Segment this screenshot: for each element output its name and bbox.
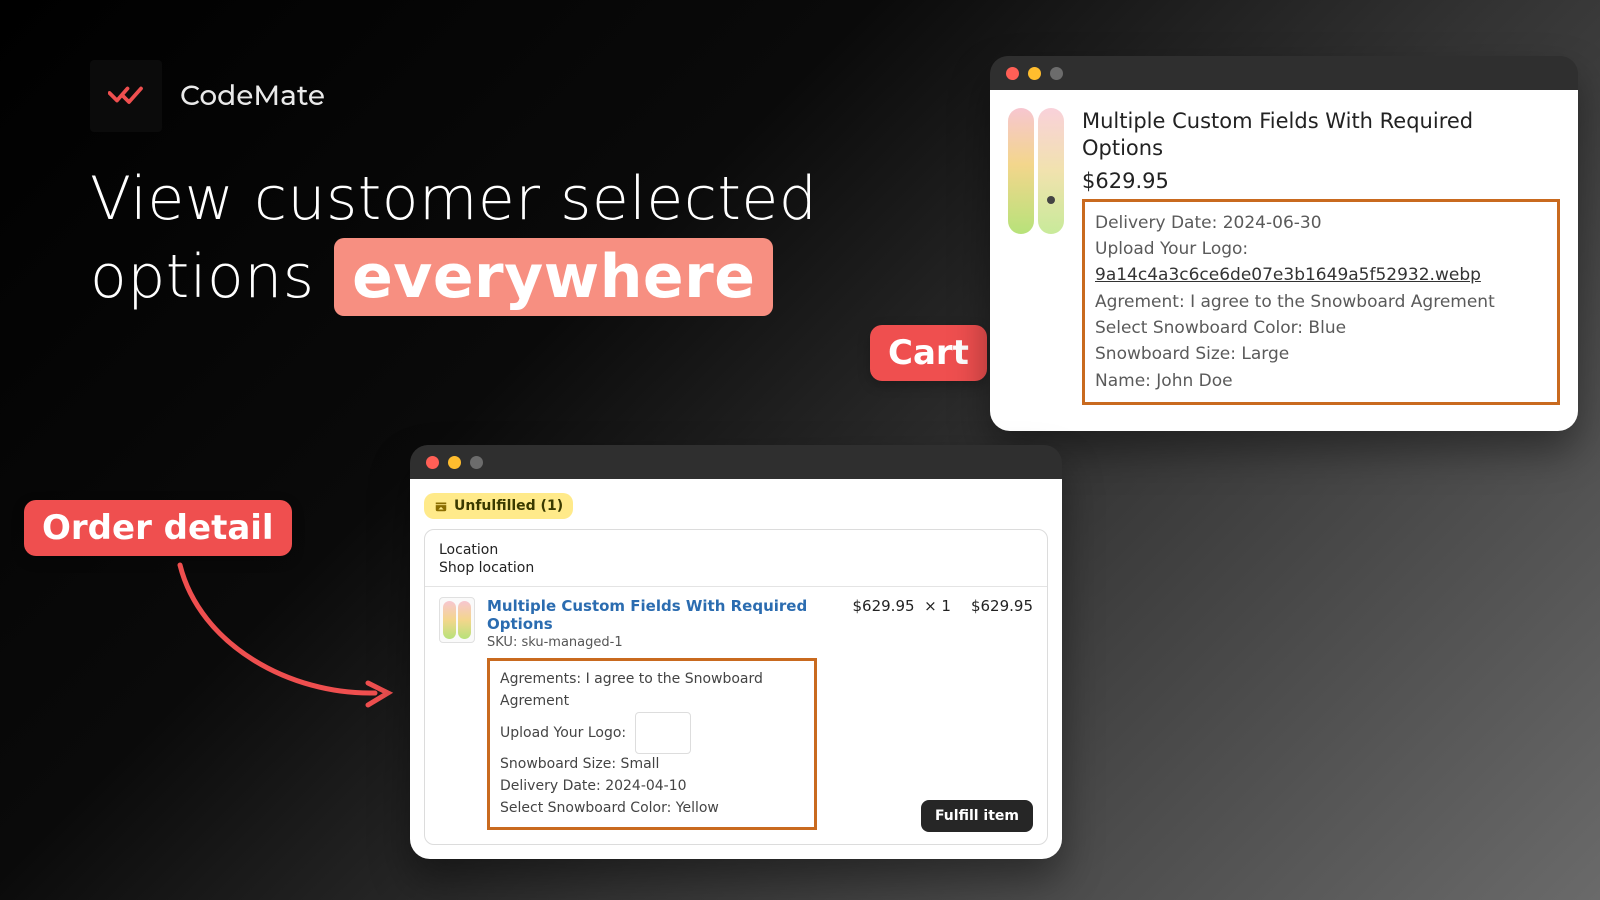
- minimize-icon[interactable]: [448, 456, 461, 469]
- maximize-icon[interactable]: [1050, 67, 1063, 80]
- order-item-unit-price: $629.95 × 1: [841, 597, 951, 830]
- order-item-pricing: $629.95 × 1 $629.95: [841, 597, 1033, 830]
- cart-window: Multiple Custom Fields With Required Opt…: [990, 56, 1578, 431]
- label-cart: Cart: [870, 325, 987, 381]
- brand: CodeMate: [90, 60, 325, 132]
- order-window: Unfulfilled (1) Location Shop location M…: [410, 445, 1062, 859]
- order-card: Location Shop location Multiple Custom F…: [424, 529, 1048, 845]
- headline-highlight: everywhere: [334, 238, 773, 316]
- label-order-detail: Order detail: [24, 500, 292, 556]
- uploaded-logo-thumbnail[interactable]: [635, 712, 691, 754]
- unfulfilled-icon: [434, 499, 448, 513]
- cart-item-options: Delivery Date: 2024-06-30 Upload Your Lo…: [1082, 199, 1560, 405]
- cart-window-body: Multiple Custom Fields With Required Opt…: [990, 90, 1578, 431]
- order-item-line-total: $629.95: [971, 597, 1033, 830]
- order-option-delivery-date: Delivery Date: 2024-04-10: [500, 776, 804, 798]
- order-item-main: Multiple Custom Fields With Required Opt…: [487, 597, 829, 830]
- order-item-sku: SKU: sku-managed-1: [487, 635, 829, 650]
- order-window-body: Unfulfilled (1) Location Shop location M…: [410, 479, 1062, 859]
- cart-option-agreement: Agrement: I agree to the Snowboard Agrem…: [1095, 289, 1547, 315]
- order-item-thumbnail: [439, 597, 475, 643]
- brand-logo-icon: [108, 84, 144, 108]
- headline-line1: View customer selected: [90, 160, 817, 238]
- order-line-item: Multiple Custom Fields With Required Opt…: [439, 597, 1033, 830]
- unfulfilled-badge-text: Unfulfilled (1): [454, 498, 563, 514]
- fulfill-item-button[interactable]: Fulfill item: [921, 800, 1033, 832]
- divider: [425, 586, 1047, 587]
- order-option-size: Snowboard Size: Small: [500, 754, 804, 776]
- cart-option-upload-file[interactable]: 9a14c4a3c6ce6de07e3b1649a5f52932.webp: [1095, 262, 1547, 288]
- order-option-upload-label: Upload Your Logo:: [500, 725, 626, 741]
- location-label: Location: [439, 542, 1033, 558]
- headline-line2-pre: options: [90, 242, 334, 312]
- brand-logo: [90, 60, 162, 132]
- cart-option-color: Select Snowboard Color: Blue: [1095, 315, 1547, 341]
- arrow-to-order: [170, 555, 400, 715]
- order-window-titlebar: [410, 445, 1062, 479]
- close-icon[interactable]: [426, 456, 439, 469]
- brand-name: CodeMate: [180, 79, 325, 113]
- headline-line2: options everywhere: [90, 238, 817, 316]
- location-value: Shop location: [439, 560, 1033, 576]
- cart-option-size: Snowboard Size: Large: [1095, 341, 1547, 367]
- cart-item-thumbnail: [1008, 108, 1064, 234]
- order-option-upload: Upload Your Logo:: [500, 712, 804, 754]
- close-icon[interactable]: [1006, 67, 1019, 80]
- order-item-options: Agrements: I agree to the Snowboard Agre…: [487, 658, 817, 830]
- cart-item-title: Multiple Custom Fields With Required Opt…: [1082, 108, 1560, 163]
- order-option-agreement: Agrements: I agree to the Snowboard Agre…: [500, 669, 804, 712]
- order-option-color: Select Snowboard Color: Yellow: [500, 798, 804, 820]
- maximize-icon[interactable]: [470, 456, 483, 469]
- minimize-icon[interactable]: [1028, 67, 1041, 80]
- cart-option-delivery-date: Delivery Date: 2024-06-30: [1095, 210, 1547, 236]
- unfulfilled-badge: Unfulfilled (1): [424, 493, 573, 519]
- cart-item-info: Multiple Custom Fields With Required Opt…: [1082, 108, 1560, 405]
- cart-option-name: Name: John Doe: [1095, 368, 1547, 394]
- headline: View customer selected options everywher…: [90, 160, 817, 316]
- order-item-title-link[interactable]: Multiple Custom Fields With Required Opt…: [487, 597, 829, 633]
- cart-window-titlebar: [990, 56, 1578, 90]
- cart-item-price: $629.95: [1082, 169, 1560, 193]
- cart-option-upload-label: Upload Your Logo:: [1095, 236, 1547, 262]
